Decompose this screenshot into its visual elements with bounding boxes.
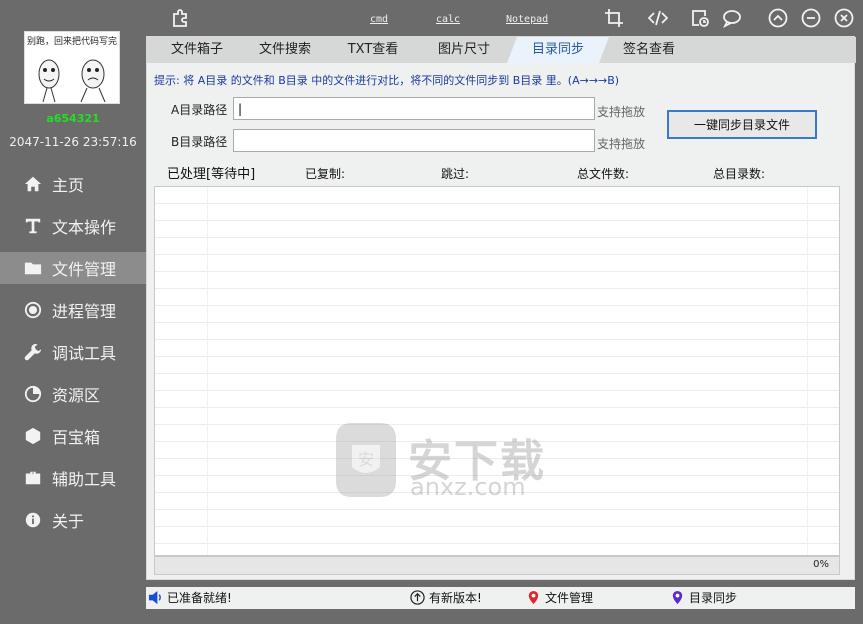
nav-item-process[interactable]: 进程管理 bbox=[0, 294, 146, 326]
topbar: cmd calc Notepad bbox=[146, 0, 863, 36]
collapse-icon[interactable] bbox=[768, 8, 788, 28]
crop-icon[interactable] bbox=[604, 8, 624, 28]
a-dir-input[interactable] bbox=[233, 97, 595, 120]
tab-bar: 文件箱子 文件搜索 TXT查看 图片尺寸 目录同步 签名查看 bbox=[147, 37, 856, 63]
nav-item-label: 调试工具 bbox=[52, 344, 117, 363]
radio-icon bbox=[22, 299, 44, 321]
a-dir-label: A目录路径 bbox=[171, 103, 228, 117]
sidebar: 别跑，回来把代码写完 a654321 2047-11-26 23:57:16 主… bbox=[0, 0, 146, 624]
close-icon[interactable] bbox=[834, 8, 854, 28]
svg-text:安: 安 bbox=[358, 450, 374, 469]
home-icon bbox=[22, 173, 44, 195]
folder-icon bbox=[22, 257, 44, 279]
notepad-link[interactable]: Notepad bbox=[506, 14, 548, 25]
note-clock-icon[interactable] bbox=[690, 8, 710, 28]
sync-result-list[interactable]: 安 安下载 anxz.com bbox=[154, 186, 840, 556]
total-files-count: 总文件数: bbox=[577, 167, 630, 181]
total-dirs-count: 总目录数: bbox=[713, 167, 766, 181]
nav-item-label: 辅助工具 bbox=[52, 470, 117, 489]
briefcase-icon bbox=[22, 467, 44, 489]
nav-item-toolbox[interactable]: 百宝箱 bbox=[0, 420, 146, 452]
nav-item-label: 百宝箱 bbox=[52, 428, 101, 447]
calc-link[interactable]: calc bbox=[436, 14, 460, 25]
nav-item-resources[interactable]: 资源区 bbox=[0, 378, 146, 410]
tab-txt-view[interactable]: TXT查看 bbox=[333, 37, 413, 63]
tab-dir-sync[interactable]: 目录同步 bbox=[507, 37, 609, 63]
text-icon bbox=[22, 215, 44, 237]
watermark-sub: anxz.com bbox=[410, 473, 526, 501]
nav-item-label: 文件管理 bbox=[52, 260, 117, 279]
main-panel: 文件箱子 文件搜索 TXT查看 图片尺寸 目录同步 签名查看 提示: 将 A目录… bbox=[146, 36, 856, 580]
a-drag-hint: 支持拖放 bbox=[597, 105, 646, 119]
meme-faces-icon bbox=[38, 59, 106, 103]
pie-icon bbox=[22, 383, 44, 405]
plugin-icon[interactable] bbox=[170, 8, 190, 28]
column-divider bbox=[207, 187, 208, 555]
status-location-1-text: 文件管理 bbox=[545, 591, 594, 605]
sync-tip: 提示: 将 A目录 的文件和 B目录 中的文件进行对比，将不同的文件同步到 B目… bbox=[154, 74, 620, 87]
pin-red-icon bbox=[528, 590, 539, 605]
b-dir-input[interactable] bbox=[233, 129, 595, 152]
upgrade-icon bbox=[410, 590, 425, 605]
processed-status: 已处理[等待中] bbox=[167, 167, 256, 182]
nav-item-about[interactable]: 关于 bbox=[0, 504, 146, 536]
sync-progress-bar: 0% bbox=[154, 556, 840, 575]
wrench-icon bbox=[22, 341, 44, 363]
nav-item-file-manager[interactable]: 文件管理 bbox=[0, 252, 146, 284]
nav-item-label: 资源区 bbox=[52, 386, 101, 405]
username: a654321 bbox=[46, 112, 100, 125]
column-divider bbox=[807, 187, 808, 555]
status-ready: 已准备就绪! bbox=[148, 589, 232, 606]
watermark: 安 安下载 anxz.com bbox=[330, 419, 560, 501]
nav-item-helper[interactable]: 辅助工具 bbox=[0, 462, 146, 494]
chat-icon[interactable] bbox=[722, 8, 742, 29]
sync-dir-button[interactable]: 一键同步目录文件 bbox=[667, 110, 817, 139]
tab-image-size[interactable]: 图片尺寸 bbox=[421, 37, 507, 63]
avatar[interactable]: 别跑，回来把代码写完 bbox=[24, 31, 120, 104]
nav-item-label: 文本操作 bbox=[52, 218, 117, 237]
progress-percent: 0% bbox=[813, 559, 829, 570]
nav-item-label: 主页 bbox=[52, 176, 85, 195]
info-icon bbox=[22, 509, 44, 531]
code-icon[interactable] bbox=[647, 8, 669, 28]
nav-item-label: 进程管理 bbox=[52, 302, 117, 321]
status-location-2: 目录同步 bbox=[670, 589, 737, 606]
cmd-link[interactable]: cmd bbox=[370, 14, 388, 25]
hexagon-icon bbox=[22, 425, 44, 447]
tab-signature-view[interactable]: 签名查看 bbox=[609, 37, 689, 63]
status-location-1: 文件管理 bbox=[526, 589, 593, 606]
shield-icon: 安 bbox=[336, 423, 396, 497]
status-location-2-text: 目录同步 bbox=[689, 591, 738, 605]
b-drag-hint: 支持拖放 bbox=[597, 137, 646, 151]
speaker-icon bbox=[148, 590, 161, 605]
nav-item-text[interactable]: 文本操作 bbox=[0, 210, 146, 242]
status-ready-text: 已准备就绪! bbox=[167, 591, 232, 605]
copied-count: 已复制: bbox=[305, 167, 346, 181]
nav-item-label: 关于 bbox=[52, 512, 85, 531]
status-new-version[interactable]: 有新版本! bbox=[410, 589, 482, 606]
nav-item-debug[interactable]: 调试工具 bbox=[0, 336, 146, 368]
minimize-icon[interactable] bbox=[801, 8, 821, 28]
tab-file-search[interactable]: 文件搜索 bbox=[245, 37, 325, 63]
status-new-version-text: 有新版本! bbox=[429, 591, 482, 605]
datetime: 2047-11-26 23:57:16 bbox=[9, 135, 137, 149]
status-bar: 已准备就绪! 有新版本! 文件管理 目录同步 bbox=[146, 587, 855, 609]
tab-file-box[interactable]: 文件箱子 bbox=[157, 37, 237, 63]
nav-item-home[interactable]: 主页 bbox=[0, 168, 146, 200]
b-dir-label: B目录路径 bbox=[171, 135, 228, 149]
pin-purple-icon bbox=[672, 590, 683, 605]
skipped-count: 跳过: bbox=[441, 167, 470, 181]
